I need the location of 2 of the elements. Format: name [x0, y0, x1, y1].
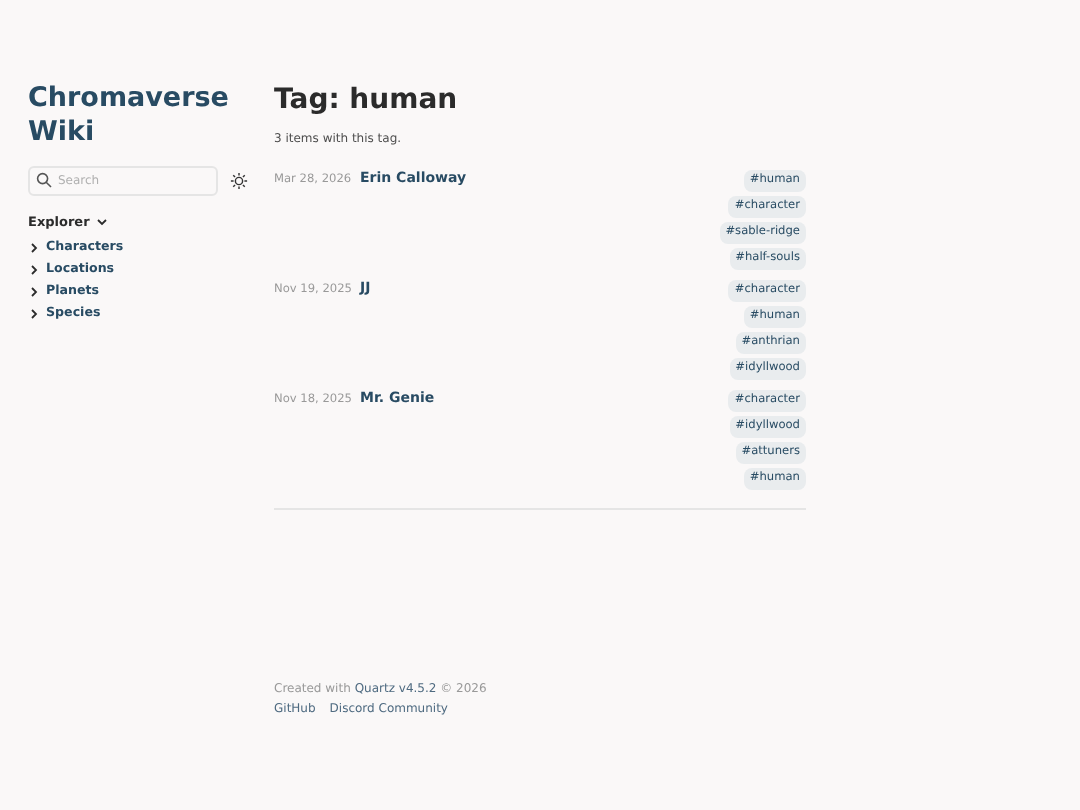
page-title: Tag: human: [274, 82, 460, 118]
site-title[interactable]: Chromaverse Wiki: [28, 82, 252, 150]
